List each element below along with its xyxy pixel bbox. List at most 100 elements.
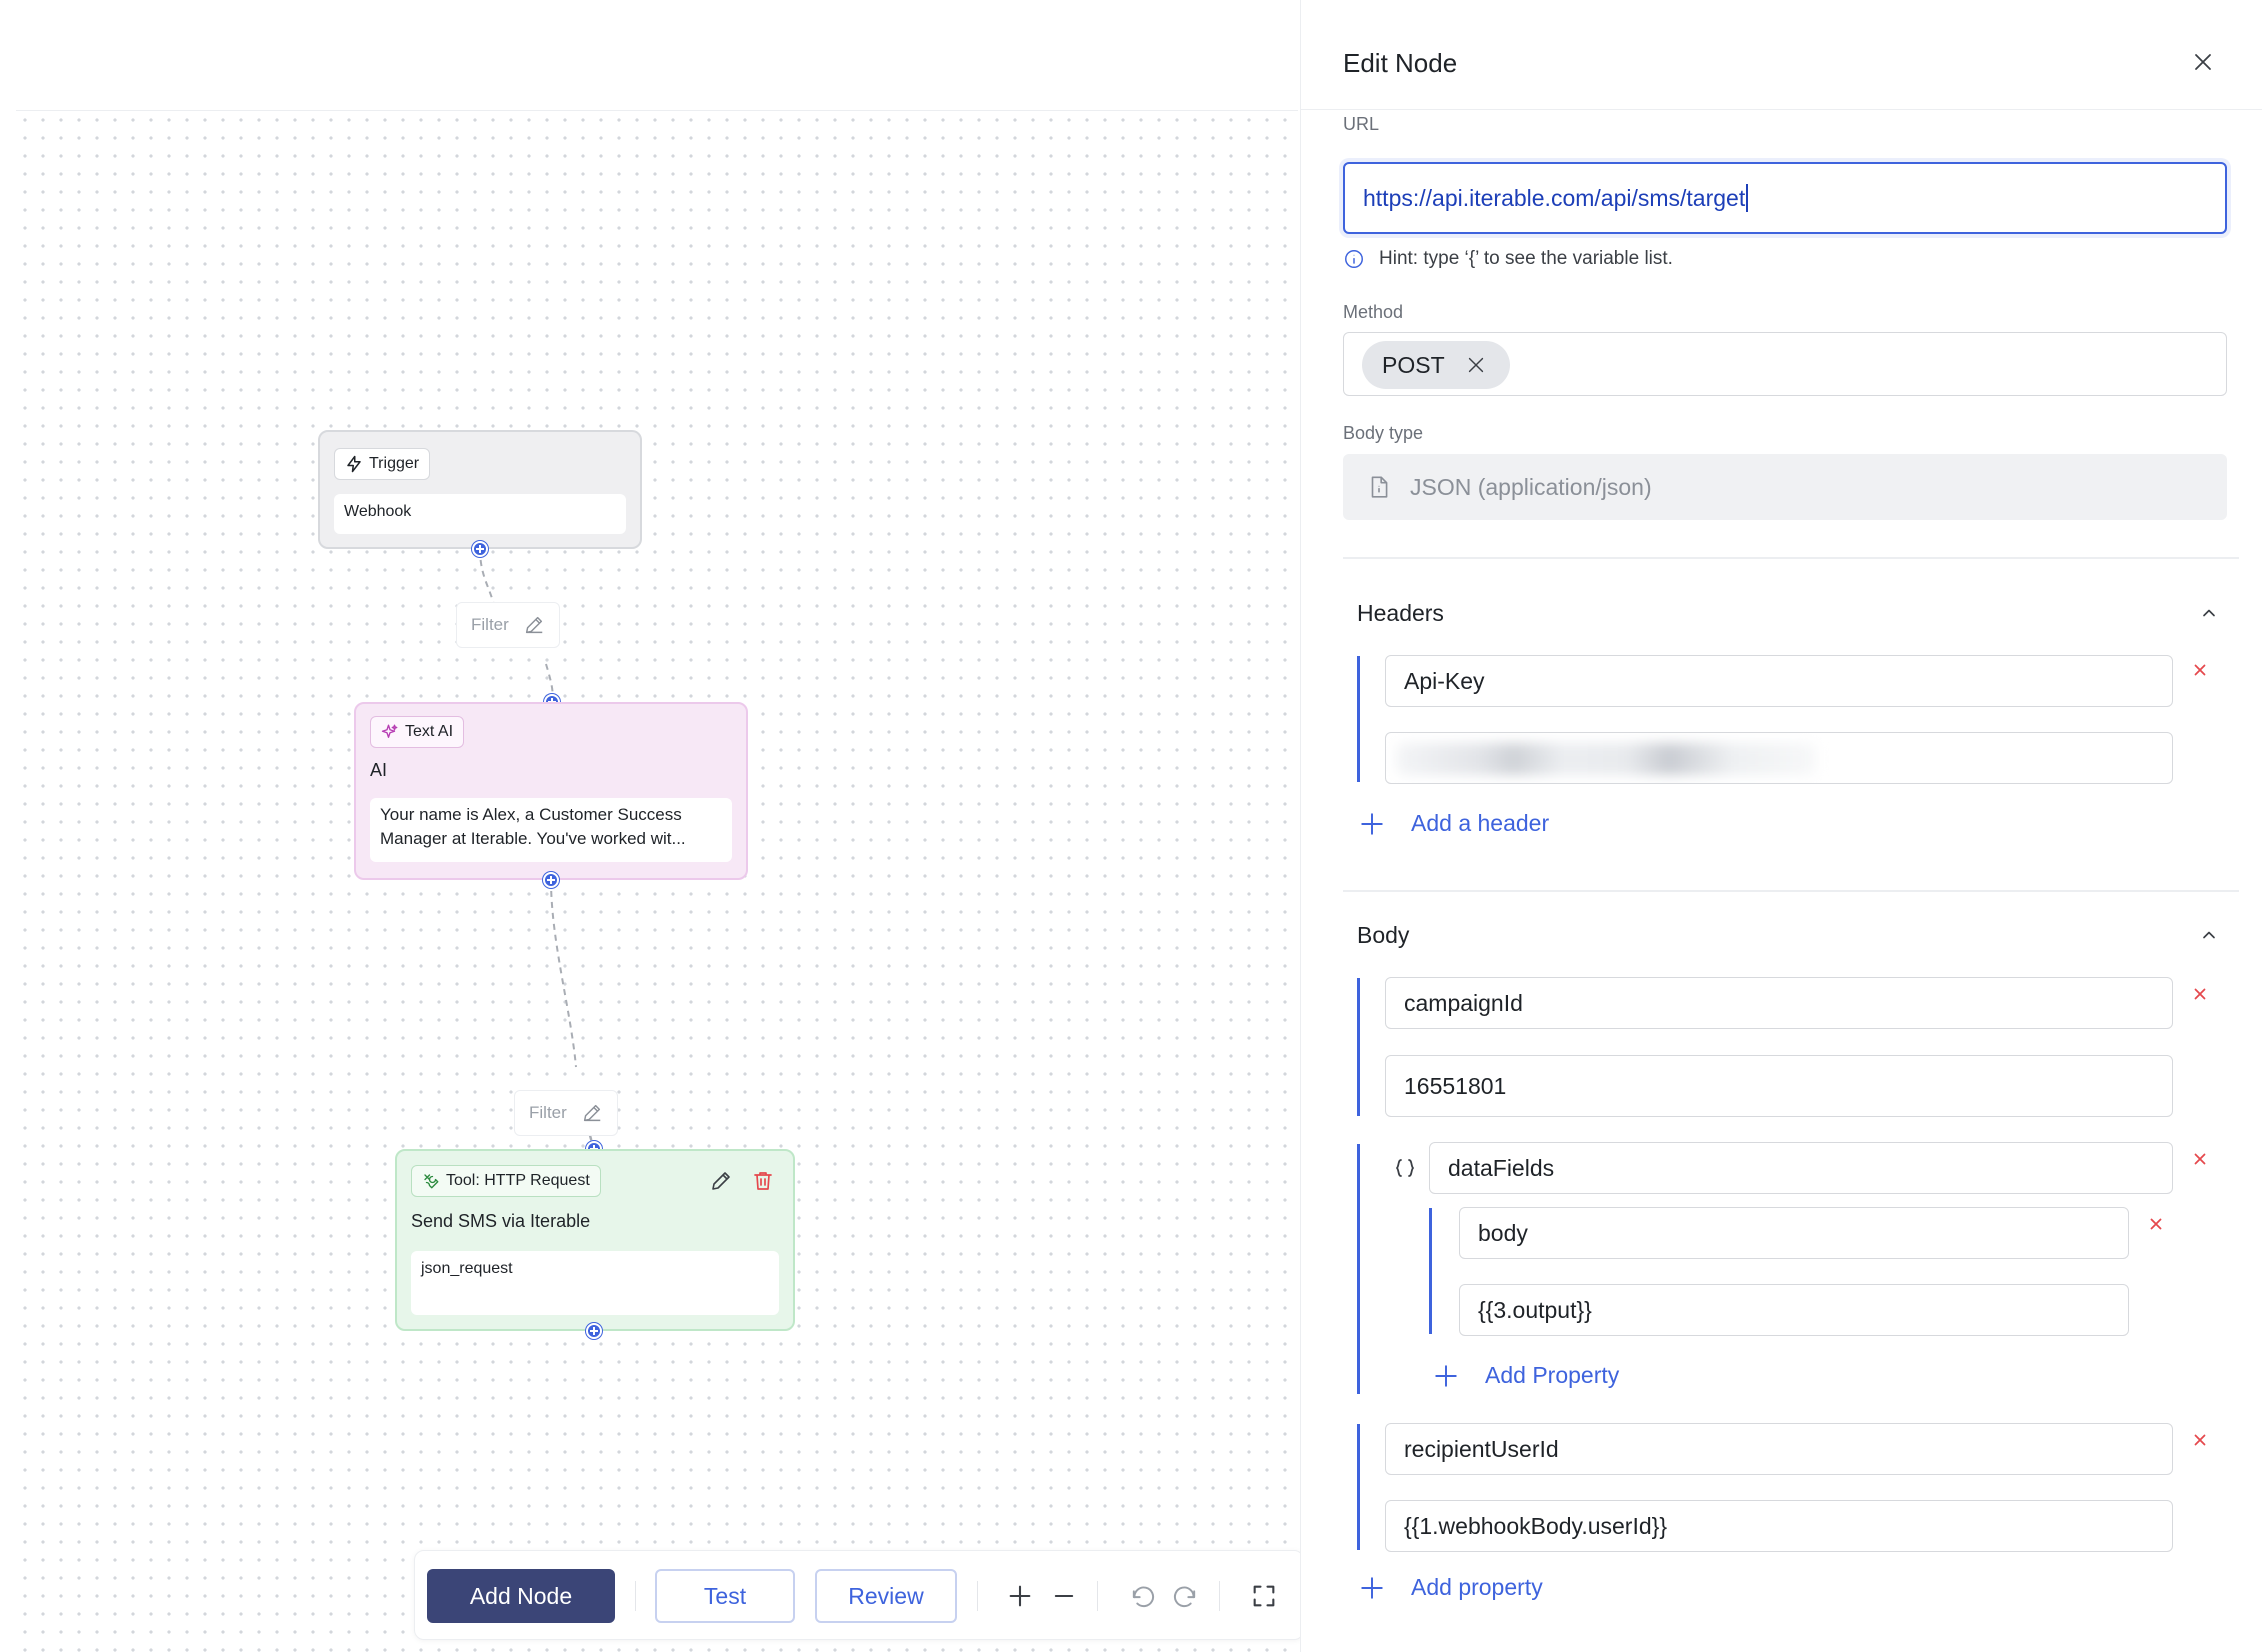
nested-value-value: {{3.output}}	[1478, 1296, 1592, 1323]
object-braces-icon[interactable]	[1393, 1156, 1417, 1180]
nested-value-input[interactable]: {{3.output}}	[1459, 1284, 2129, 1336]
body-section-title: Body	[1357, 922, 1410, 948]
method-label: Method	[1343, 302, 1404, 322]
fit-view-button[interactable]	[1249, 1581, 1279, 1611]
text-ai-title: AI	[370, 760, 388, 780]
close-icon[interactable]	[2191, 50, 2215, 74]
text-ai-prompt: Your name is Alex, a Customer Success Ma…	[370, 798, 732, 862]
url-hint: Hint: type ‘{’ to see the variable list.	[1343, 248, 1673, 270]
url-value: https://api.iterable.com/api/sms/target	[1363, 184, 1746, 211]
trash-icon[interactable]	[751, 1169, 775, 1193]
body-type-value: JSON (application/json)	[1410, 473, 1652, 500]
url-input[interactable]: https://api.iterable.com/api/sms/target	[1343, 162, 2227, 234]
http-request-node[interactable]: Tool: HTTP Request Send SMS via Iterable…	[395, 1149, 795, 1331]
redo-button[interactable]	[1171, 1581, 1201, 1611]
http-request-value: json_request	[411, 1251, 779, 1315]
nested-key-input[interactable]: body	[1459, 1207, 2129, 1259]
filter-chip-2[interactable]: Filter	[514, 1090, 618, 1136]
header-key-value: Api-Key	[1404, 667, 1485, 694]
body-value-input[interactable]: {{1.webhookBody.userId}}	[1385, 1500, 2173, 1552]
fullscreen-icon	[1253, 1585, 1275, 1607]
toolbar-divider	[977, 1581, 978, 1611]
http-request-title: Send SMS via Iterable	[411, 1211, 591, 1231]
text-ai-prompt-line-1: Your name is Alex, a Customer Success	[380, 805, 682, 824]
undo-button[interactable]	[1127, 1581, 1157, 1611]
plus-icon	[1361, 1576, 1383, 1599]
trigger-badge: Trigger	[334, 448, 431, 480]
review-button[interactable]: Review	[815, 1569, 957, 1623]
method-select[interactable]: POST	[1343, 332, 2227, 396]
body-key-input[interactable]: recipientUserId	[1385, 1423, 2173, 1475]
body-type-field: JSON (application/json)	[1343, 454, 2227, 520]
body-value-value: 16551801	[1404, 1072, 1507, 1099]
redacted-value	[1396, 743, 1816, 775]
remove-property-icon[interactable]	[2191, 1431, 2209, 1449]
edge-layer	[479, 548, 595, 1151]
add-property-label: Add property	[1411, 1574, 1543, 1600]
trigger-badge-label: Trigger	[369, 455, 420, 472]
nested-key-value: body	[1478, 1219, 1528, 1246]
body-key-value: recipientUserId	[1404, 1435, 1559, 1462]
plus-icon	[1009, 1585, 1031, 1607]
filter-chip-1[interactable]: Filter	[456, 602, 560, 648]
nested-item-bar	[1429, 1208, 1432, 1334]
toolbar-divider	[1097, 1581, 1098, 1611]
undo-icon	[1132, 1586, 1155, 1608]
redo-icon	[1173, 1586, 1196, 1608]
canvas-toolbar: Add Node Test Review	[414, 1550, 1304, 1640]
sparkle-icon	[381, 724, 398, 738]
test-button[interactable]: Test	[655, 1569, 795, 1623]
edge-ai-filter	[550, 879, 577, 1068]
add-nested-property-button[interactable]: Add Property	[1433, 1362, 1619, 1389]
add-nested-property-label: Add Property	[1485, 1362, 1620, 1388]
filter-label: Filter	[471, 615, 509, 634]
header-value-input[interactable]	[1385, 732, 2173, 784]
text-ai-badge: Text AI	[370, 716, 465, 748]
zoom-out-button[interactable]	[1049, 1581, 1079, 1611]
add-property-button[interactable]: Add property	[1359, 1574, 1543, 1601]
panel-header: Edit Node	[1301, 0, 2262, 110]
text-caret	[1746, 184, 1749, 212]
http-request-badge-label: Tool: HTTP Request	[446, 1172, 590, 1189]
trigger-node[interactable]: Trigger Webhook	[318, 430, 642, 549]
plus-icon	[1361, 812, 1383, 835]
tool-output-handle[interactable]	[586, 1323, 602, 1339]
pencil-icon[interactable]	[709, 1169, 733, 1193]
text-ai-badge-label: Text AI	[405, 723, 454, 740]
http-request-badge: Tool: HTTP Request	[411, 1165, 601, 1197]
add-header-button[interactable]: Add a header	[1359, 810, 1549, 837]
trigger-output-handle[interactable]	[472, 541, 488, 557]
header-group-bar	[1357, 656, 1360, 782]
object-key-input[interactable]: dataFields	[1429, 1142, 2173, 1194]
object-key-value: dataFields	[1448, 1154, 1555, 1181]
text-ai-node[interactable]: Text AI AI Your name is Alex, a Customer…	[354, 702, 748, 880]
ai-output-handle[interactable]	[543, 872, 559, 888]
add-header-label: Add a header	[1411, 810, 1550, 836]
remove-property-icon[interactable]	[2191, 1150, 2209, 1168]
workflow-canvas[interactable]: Trigger Webhook Filter Text AI AI Your n…	[16, 110, 1298, 1652]
body-item-bar	[1357, 1144, 1360, 1394]
remove-property-icon[interactable]	[2191, 985, 2209, 1003]
pencil-icon[interactable]	[581, 1102, 603, 1124]
toolbar-divider	[635, 1581, 636, 1611]
body-key-input[interactable]: campaignId	[1385, 977, 2173, 1029]
headers-section-title: Headers	[1357, 600, 1444, 626]
file-icon	[1371, 476, 1388, 498]
filter-label: Filter	[529, 1103, 567, 1122]
body-value-value: {{1.webhookBody.userId}}	[1404, 1512, 1668, 1539]
remove-chip-icon[interactable]	[1465, 354, 1487, 376]
section-divider	[1343, 557, 2239, 559]
body-item-bar	[1357, 1424, 1360, 1550]
node-actions	[709, 1169, 775, 1193]
text-ai-prompt-line-2: Manager at Iterable. You've worked wit..…	[380, 829, 686, 848]
header-key-input[interactable]: Api-Key	[1385, 655, 2173, 707]
chevron-up-icon[interactable]	[2199, 603, 2219, 623]
add-node-button[interactable]: Add Node	[427, 1569, 615, 1623]
body-value-input[interactable]: 16551801	[1385, 1055, 2173, 1117]
remove-header-icon[interactable]	[2191, 661, 2209, 679]
pencil-icon[interactable]	[523, 614, 545, 636]
remove-nested-property-icon[interactable]	[2147, 1215, 2165, 1233]
hint-text: Hint: type ‘{’ to see the variable list.	[1379, 248, 1673, 269]
zoom-in-button[interactable]	[1005, 1581, 1035, 1611]
chevron-up-icon[interactable]	[2199, 925, 2219, 945]
